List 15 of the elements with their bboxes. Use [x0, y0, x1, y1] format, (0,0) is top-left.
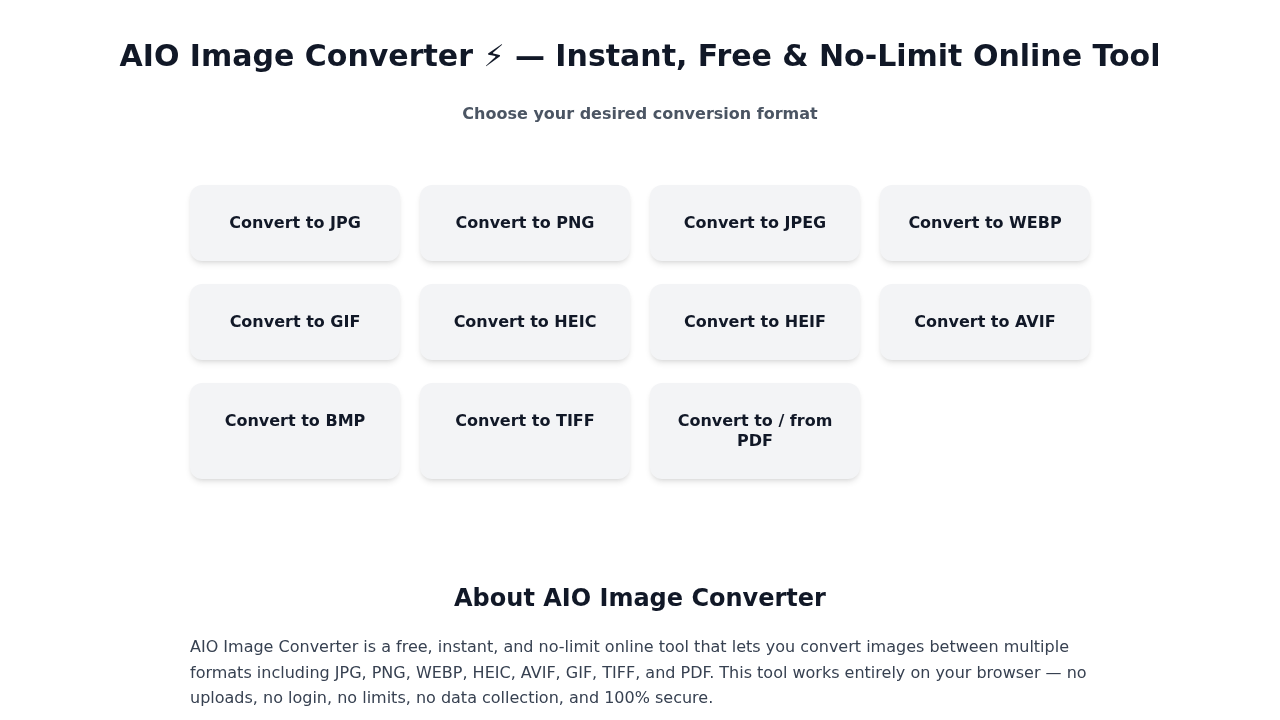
about-heading: About AIO Image Converter: [454, 583, 826, 614]
convert-format-button[interactable]: Convert to HEIC: [420, 284, 630, 360]
page-subtitle: Choose your desired conversion format: [462, 103, 818, 125]
convert-format-button[interactable]: Convert to GIF: [190, 284, 400, 360]
convert-format-button[interactable]: Convert to / from PDF: [650, 383, 860, 479]
page-title: AIO Image Converter ⚡ — Instant, Free & No-Limit Online Tool: [119, 38, 1161, 74]
convert-format-button[interactable]: Convert to WEBP: [880, 185, 1090, 261]
about-paragraph: AIO Image Converter is a free, instant, and no-limit online tool that lets you convert images between multiple formats including JPG, PNG, WEBP, HEIC, AVIF, GIF, TIFF, and PDF. This tool works entirely on your browser — no uploads, no login, no limits, no data collection, and 100% secure.: [190, 636, 1088, 710]
convert-format-button[interactable]: Convert to BMP: [190, 383, 400, 479]
convert-format-button[interactable]: Convert to TIFF: [420, 383, 630, 479]
convert-format-button[interactable]: Convert to JPEG: [650, 185, 860, 261]
convert-format-button[interactable]: Convert to HEIF: [650, 284, 860, 360]
convert-format-button[interactable]: Convert to PNG: [420, 185, 630, 261]
convert-format-button[interactable]: Convert to AVIF: [880, 284, 1090, 360]
convert-format-button[interactable]: Convert to JPG: [190, 185, 400, 261]
